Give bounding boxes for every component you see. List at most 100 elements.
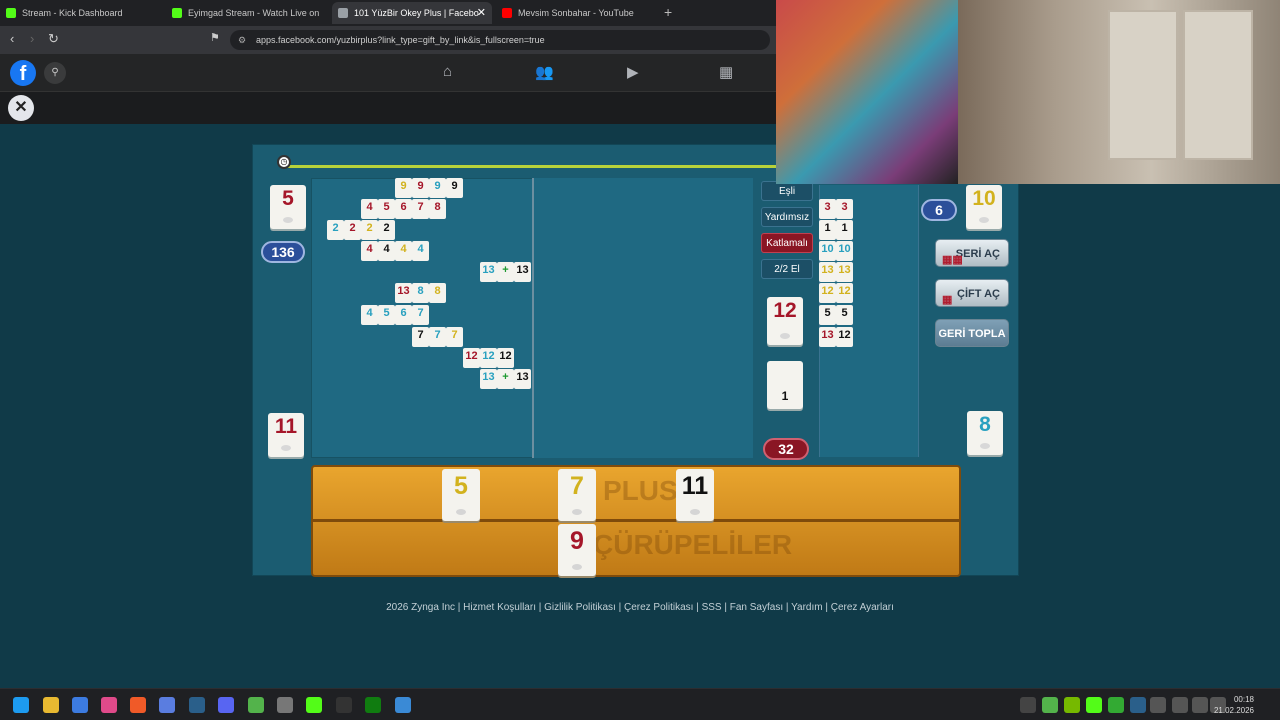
pair-tile: 3 bbox=[819, 199, 836, 219]
tile-value: 12 bbox=[773, 299, 797, 322]
system-clock[interactable]: 00:18 21.02.2026 bbox=[1214, 694, 1254, 716]
rack-watermark-text: ÇÜRÜPELİLER bbox=[593, 529, 793, 560]
pair-tile: 10 bbox=[819, 241, 836, 261]
microphone-icon[interactable] bbox=[1172, 697, 1188, 713]
app-icon[interactable] bbox=[277, 697, 293, 713]
steam-tray-icon[interactable] bbox=[1130, 697, 1146, 713]
app-icon[interactable] bbox=[248, 697, 264, 713]
tile-value: 5 bbox=[454, 472, 468, 500]
marketplace-icon[interactable]: ▦ bbox=[719, 63, 733, 81]
button-label: ÇİFT AÇ bbox=[957, 288, 1000, 300]
webcam-overlay-streamer bbox=[958, 0, 1280, 184]
player-rack: PLUS ÇÜRÜPELİLER 5 7 11 9 bbox=[311, 465, 961, 577]
board-tile: 7 bbox=[446, 327, 463, 347]
board-tile: 12 bbox=[497, 348, 514, 368]
door-shape bbox=[1108, 10, 1178, 160]
pair-tile: 13 bbox=[819, 327, 836, 347]
facebook-logo-icon[interactable]: f bbox=[10, 60, 36, 86]
board-tile: 4 bbox=[361, 305, 378, 325]
app-icon[interactable] bbox=[72, 697, 88, 713]
board-tile: 12 bbox=[463, 348, 480, 368]
new-tab-icon[interactable]: + bbox=[664, 4, 672, 20]
brave-browser-icon[interactable] bbox=[130, 697, 146, 713]
tray-icon[interactable] bbox=[1150, 697, 1166, 713]
footer-links[interactable]: 2026 Zynga Inc | Hizmet Koşulları | Gizl… bbox=[0, 602, 1280, 613]
tab-youtube[interactable]: Mevsim Sonbahar - YouTube bbox=[496, 2, 660, 24]
xbox-icon[interactable] bbox=[365, 697, 381, 713]
board-tile: 4 bbox=[395, 241, 412, 261]
url-field[interactable]: ⚙ apps.facebook.com/yuzbirplus?link_type… bbox=[230, 30, 770, 50]
back-icon[interactable]: ‹ bbox=[10, 31, 14, 46]
cift-ac-button[interactable]: ▦ ÇİFT AÇ bbox=[935, 279, 1009, 307]
webcam-overlay-desk bbox=[776, 0, 958, 184]
file-explorer-icon[interactable] bbox=[43, 697, 59, 713]
video-icon[interactable]: ▶ bbox=[627, 63, 639, 81]
bottom-right-discard-tile[interactable]: 8 bbox=[967, 411, 1003, 455]
tray-icon[interactable] bbox=[1086, 697, 1102, 713]
board-tile: 8 bbox=[412, 283, 429, 303]
nvidia-icon[interactable] bbox=[1064, 697, 1080, 713]
app-icon[interactable] bbox=[395, 697, 411, 713]
pair-tile: 3 bbox=[836, 199, 853, 219]
board-tile: 4 bbox=[361, 241, 378, 261]
windows-taskbar: 00:18 21.02.2026 bbox=[0, 688, 1280, 720]
pair-tile: 5 bbox=[819, 305, 836, 325]
top-left-discard-tile[interactable]: 5 bbox=[270, 185, 306, 229]
right-score-badge: 6 bbox=[921, 199, 957, 221]
board-tile: 4 bbox=[378, 241, 395, 261]
tray-icon[interactable] bbox=[1020, 697, 1036, 713]
board-tile: 2 bbox=[344, 220, 361, 240]
board-tile: 2 bbox=[327, 220, 344, 240]
forward-icon[interactable]: › bbox=[30, 31, 34, 46]
tab-eyimgad-stream[interactable]: Eyimgad Stream - Watch Live on bbox=[166, 2, 330, 24]
board-tile: 5 bbox=[378, 305, 395, 325]
joker-tile: + bbox=[497, 262, 514, 282]
youtube-icon bbox=[502, 8, 512, 18]
geri-topla-button[interactable]: GERİ TOPLA bbox=[935, 319, 1009, 347]
draw-pile-tile[interactable]: 1 bbox=[767, 361, 803, 409]
rack-tile[interactable]: 9 bbox=[558, 524, 596, 576]
kick-icon[interactable] bbox=[306, 697, 322, 713]
board-tile: 2 bbox=[378, 220, 395, 240]
clock-time: 00:18 bbox=[1233, 695, 1254, 704]
tray-icon[interactable] bbox=[1042, 697, 1058, 713]
site-info-icon[interactable]: ⚙ bbox=[238, 30, 246, 50]
network-icon[interactable] bbox=[1192, 697, 1208, 713]
start-icon[interactable] bbox=[13, 697, 29, 713]
bottom-left-discard-tile[interactable]: 11 bbox=[268, 413, 304, 457]
rack-tile[interactable]: 5 bbox=[442, 469, 480, 521]
search-icon[interactable]: ⚲ bbox=[44, 62, 66, 84]
board-tile: 8 bbox=[429, 199, 446, 219]
pair-tile: 12 bbox=[836, 327, 853, 347]
tray-icon[interactable] bbox=[1108, 697, 1124, 713]
seri-ac-button[interactable]: ▦▦ SERİ AÇ bbox=[935, 239, 1009, 267]
kick-icon bbox=[6, 8, 16, 18]
table-board-right bbox=[532, 178, 753, 458]
tab-label: Stream - Kick Dashboard bbox=[22, 8, 123, 18]
board-tile: 9 bbox=[446, 178, 463, 198]
footer-text[interactable]: 2026 Zynga Inc | Hizmet Koşulları | Gizl… bbox=[386, 602, 894, 613]
rack-tile[interactable]: 7 bbox=[558, 469, 596, 521]
reload-icon[interactable]: ↻ bbox=[48, 31, 59, 47]
app-icon[interactable] bbox=[159, 697, 175, 713]
close-app-button[interactable]: ✕ bbox=[8, 95, 34, 121]
tab-okey-plus[interactable]: 101 YüzBir Okey Plus | Facebo ✕ bbox=[332, 2, 492, 24]
tile-value: 9 bbox=[570, 527, 584, 555]
friends-icon[interactable]: 👥 bbox=[535, 63, 554, 81]
rack-tile[interactable]: 11 bbox=[676, 469, 714, 521]
top-right-discard-tile[interactable]: 10 bbox=[966, 185, 1002, 229]
indicator-tile: 12 bbox=[767, 297, 803, 345]
steam-icon[interactable] bbox=[189, 697, 205, 713]
home-icon[interactable]: ⌂ bbox=[443, 63, 452, 80]
app-icon[interactable] bbox=[101, 697, 117, 713]
round-label: 2/2 El bbox=[761, 259, 813, 279]
board-tile: 4 bbox=[412, 241, 429, 261]
tile-value: 1 bbox=[781, 389, 789, 403]
epic-games-icon[interactable] bbox=[336, 697, 352, 713]
bookmark-icon[interactable]: ⚑ bbox=[210, 31, 220, 44]
pair-tile: 12 bbox=[836, 283, 853, 303]
pair-tiles-icon: ▦ bbox=[942, 294, 953, 306]
discord-icon[interactable] bbox=[218, 697, 234, 713]
close-tab-icon[interactable]: ✕ bbox=[477, 6, 486, 19]
tab-kick-dashboard[interactable]: Stream - Kick Dashboard bbox=[0, 2, 164, 24]
